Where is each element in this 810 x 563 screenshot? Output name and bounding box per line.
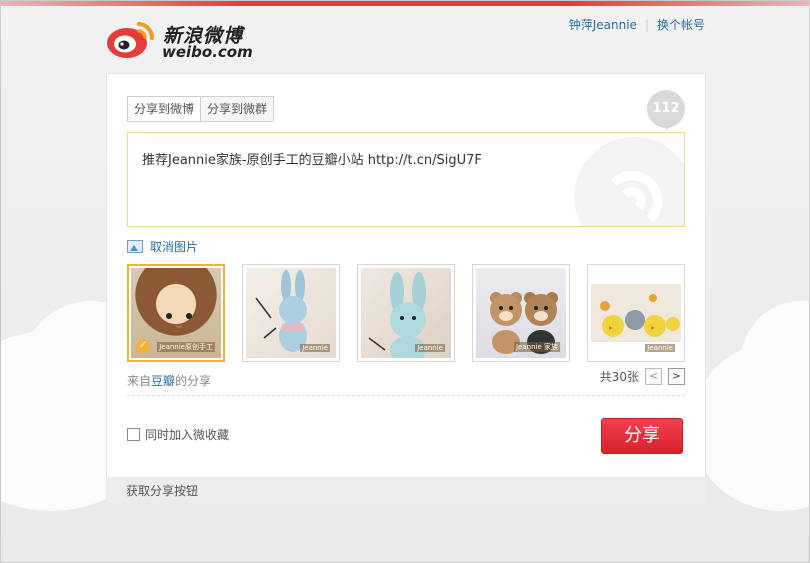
switch-account-link[interactable]: 换个帐号 [657, 16, 705, 33]
thumbnail-watermark: Jeannie [645, 344, 675, 352]
post-text: 推荐Jeannie家族-原创手工的豆瓣小站 http://t.cn/SigU7F [142, 153, 482, 168]
image-total: 共30张 [599, 370, 639, 384]
source-prefix: 来自 [127, 374, 152, 388]
link-separator: | [644, 17, 649, 32]
thumbnail-watermark: Jeannie 家族 [513, 342, 560, 352]
source-link[interactable]: 豆瓣 [151, 374, 175, 388]
thumbnail-watermark: Jeannie [300, 344, 330, 352]
top-accent-stripe [1, 1, 809, 6]
weibo-logo[interactable]: 新浪微博 weibo.com [105, 17, 255, 61]
thumbnail-strip: ✓ Jeannie原创手工 Jeannie Jeannie Jeannie 家族… [127, 264, 702, 362]
tab-share-to-weiqun[interactable]: 分享到微群 [201, 96, 275, 122]
doll-face-image: ✓ Jeannie原创手工 [131, 268, 221, 358]
selected-check-icon: ✓ [136, 339, 150, 353]
next-image-button[interactable]: > [668, 368, 685, 385]
thumbnail-chicks[interactable]: Jeannie [587, 264, 685, 362]
blue-bunny-2-image: Jeannie [361, 268, 451, 358]
page-frame: 新浪微博 weibo.com 钟萍Jeannie | 换个帐号 分享到微博 分享… [0, 0, 810, 563]
thumbnail-blue-bunny-2[interactable]: Jeannie [357, 264, 455, 362]
get-share-button-link[interactable]: 获取分享按钮 [126, 484, 198, 498]
panel-footer: 获取分享按钮 [106, 477, 706, 503]
cancel-picture-label: 取消图片 [150, 240, 199, 254]
logo-text-en: weibo.com [162, 43, 253, 61]
weibo-watermark-icon [574, 137, 684, 226]
teddy-bears-image: Jeannie 家族 [476, 268, 566, 358]
blue-bunny-1-image: Jeannie [246, 268, 336, 358]
share-button[interactable]: 分享 [601, 418, 683, 454]
favorites-checkbox[interactable] [127, 428, 140, 441]
user-name-link[interactable]: 钟萍Jeannie [569, 16, 637, 33]
thumbnail-teddy-bears[interactable]: Jeannie 家族 [472, 264, 570, 362]
chicks-image: Jeannie [591, 268, 681, 358]
dashed-divider [127, 395, 685, 396]
picture-icon [127, 240, 143, 253]
favorites-label: 同时加入微收藏 [145, 428, 230, 442]
add-to-favorites-option[interactable]: 同时加入微收藏 [127, 426, 229, 443]
thumbnail-watermark: Jeannie [415, 344, 445, 352]
source-line: 来自豆瓣的分享 [127, 372, 211, 389]
share-target-tabs: 分享到微博 分享到微群 [127, 96, 275, 122]
weibo-eye-icon [107, 22, 155, 58]
thumbnail-doll-face[interactable]: ✓ Jeannie原创手工 [127, 264, 225, 362]
thumbnail-blue-bunny-1[interactable]: Jeannie [242, 264, 340, 362]
image-pager: 共30张 < > [600, 368, 685, 385]
account-links: 钟萍Jeannie | 换个帐号 [569, 16, 705, 33]
share-panel: 分享到微博 分享到微群 112 推荐Jeannie家族-原创手工的豆瓣小站 ht… [106, 73, 706, 478]
thumbnail-watermark: Jeannie原创手工 [157, 342, 215, 352]
source-suffix: 的分享 [175, 374, 212, 388]
cancel-picture-link[interactable]: 取消图片 [127, 238, 198, 255]
prev-image-button[interactable]: < [645, 368, 662, 385]
character-counter-badge: 112 [647, 90, 685, 130]
tab-share-to-weibo[interactable]: 分享到微博 [127, 96, 202, 122]
post-text-area[interactable]: 推荐Jeannie家族-原创手工的豆瓣小站 http://t.cn/SigU7F [127, 132, 685, 227]
